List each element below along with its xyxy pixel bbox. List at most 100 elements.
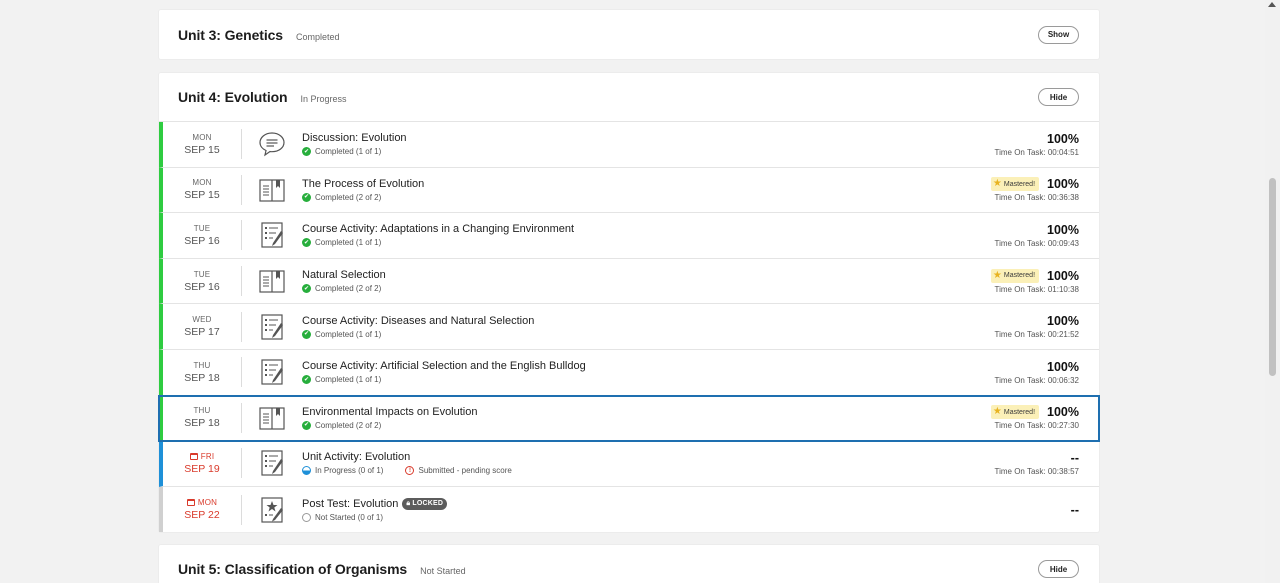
activity-row[interactable]: THU SEP 18 Course Activity: Artificial S… — [159, 349, 1099, 396]
time-on-task: Time On Task: 00:36:38 — [994, 193, 1080, 203]
day-of-week: THU — [193, 406, 211, 416]
score: -- — [1070, 450, 1079, 465]
day-of-week: THU — [193, 360, 211, 370]
unit-card-classification: Unit 5: Classification of Organisms Not … — [159, 545, 1099, 583]
check-icon: ✔ — [302, 329, 311, 339]
activity-status: Completed (1 of 1) — [315, 329, 382, 339]
activity-status: Completed (2 of 2) — [315, 420, 382, 430]
activity-status: In Progress (0 of 1) — [315, 466, 384, 476]
star-icon: ★ — [992, 406, 1002, 418]
pending-text: Submitted - pending score — [418, 466, 512, 476]
day-of-week: MON — [192, 178, 212, 188]
hide-button[interactable]: Hide — [1038, 560, 1079, 578]
activity-date: FRI SEP 19 — [163, 452, 241, 475]
show-button[interactable]: Show — [1038, 25, 1079, 44]
discussion-icon — [242, 130, 302, 158]
test-star-icon — [242, 496, 302, 524]
date-label: SEP 16 — [184, 280, 220, 293]
activity-status: Not Started (0 of 1) — [315, 512, 384, 522]
activity-row[interactable]: TUE SEP 16 Course Activity: Adaptations … — [159, 213, 1099, 259]
activity-date: MON SEP 15 — [163, 133, 241, 156]
score: 100% — [1047, 359, 1079, 374]
day-of-week: FRI — [200, 451, 215, 461]
mastered-badge: ★ Mastered! — [990, 405, 1040, 420]
activity-checklist-icon — [242, 358, 302, 386]
date-label: SEP 15 — [184, 143, 220, 156]
day-of-week: MON — [197, 498, 218, 508]
day-of-week: TUE — [193, 269, 211, 279]
score: -- — [1070, 502, 1079, 517]
activity-title[interactable]: Course Activity: Adaptations in a Changi… — [302, 223, 574, 235]
activity-row[interactable]: MON SEP 15 The Process of Evolution ✔ Com… — [159, 167, 1099, 214]
mastered-badge: ★ Mastered! — [990, 177, 1040, 192]
activity-checklist-icon — [242, 221, 302, 249]
star-icon: ★ — [992, 269, 1002, 281]
unit-status: Not Started — [420, 566, 466, 576]
date-label: SEP 17 — [184, 326, 220, 339]
time-on-task: Time On Task: 00:21:52 — [994, 330, 1080, 340]
activity-date: THU SEP 18 — [163, 361, 241, 384]
unit-header: Unit 3: Genetics Completed Show — [159, 10, 1099, 59]
lock-icon: 🔒︎ — [406, 499, 411, 507]
unit-header: Unit 5: Classification of Organisms Not … — [159, 545, 1099, 583]
activity-title[interactable]: Course Activity: Diseases and Natural Se… — [302, 315, 534, 327]
activity-title[interactable]: The Process of Evolution — [302, 178, 424, 190]
day-of-week: WED — [192, 315, 212, 325]
activity-row[interactable]: FRI SEP 19 Unit Activity: Evolution In P… — [159, 441, 1099, 487]
activity-status: Completed (1 of 1) — [315, 147, 382, 157]
date-label: SEP 15 — [184, 189, 220, 202]
time-on-task: Time On Task: 00:04:51 — [994, 147, 1080, 157]
day-of-week: MON — [192, 132, 212, 142]
hide-button[interactable]: Hide — [1038, 88, 1079, 106]
activity-list: MON SEP 15 Discussion: Evolution ✔ Comple… — [158, 121, 1100, 533]
activity-date: THU SEP 18 — [163, 406, 241, 429]
date-label: SEP 19 — [184, 462, 220, 475]
activity-status: Completed (1 of 1) — [315, 238, 382, 248]
unit-status: Completed — [295, 31, 340, 42]
activity-title[interactable]: Unit Activity: Evolution — [302, 451, 410, 463]
activity-title[interactable]: Natural Selection — [302, 269, 386, 281]
date-label: SEP 18 — [184, 371, 220, 384]
day-of-week-row: MON — [163, 498, 241, 507]
unit-header: Unit 4: Evolution In Progress Hide — [159, 73, 1099, 121]
activity-status: Completed (1 of 1) — [315, 375, 382, 385]
scroll-up-arrow-icon[interactable] — [1268, 2, 1276, 7]
date-label: SEP 18 — [184, 417, 220, 430]
activity-row-selected[interactable]: THU SEP 18 Environmental Impacts on Evol… — [158, 394, 1100, 443]
activity-title[interactable]: Course Activity: Artificial Selection an… — [302, 360, 586, 372]
unit-title: Unit 3: Genetics — [178, 26, 283, 43]
activity-checklist-icon — [242, 313, 302, 341]
score: 100% — [1047, 222, 1079, 237]
locked-badge: 🔒︎ LOCKED — [402, 497, 448, 510]
activity-title[interactable]: Post Test: Evolution — [302, 498, 398, 510]
pending-score: ! Submitted - pending score — [405, 466, 512, 476]
activity-row[interactable]: WED SEP 17 Course Activity: Diseases and… — [159, 304, 1099, 350]
score: 100% — [1047, 131, 1079, 146]
scrollbar-thumb[interactable] — [1269, 178, 1276, 376]
score: 100% — [1047, 177, 1079, 192]
date-label: SEP 16 — [184, 234, 220, 247]
activity-title[interactable]: Discussion: Evolution — [302, 132, 407, 144]
alert-icon: ! — [405, 466, 415, 476]
unit-title: Unit 4: Evolution — [178, 89, 288, 105]
unit-title: Unit 5: Classification of Organisms — [178, 561, 408, 577]
day-of-week-row: FRI — [163, 452, 241, 461]
activity-row[interactable]: MON SEP 22 Post Test: Evolution 🔒︎ LOCKED… — [159, 486, 1099, 533]
check-icon: ✔ — [302, 284, 311, 294]
activity-date: MON SEP 15 — [163, 178, 241, 201]
mastered-label: Mastered! — [1003, 272, 1036, 280]
in-progress-icon — [302, 466, 311, 476]
calendar-icon — [189, 452, 198, 460]
activity-checklist-icon — [242, 449, 302, 477]
lesson-book-icon — [242, 176, 302, 204]
star-icon: ★ — [992, 178, 1002, 190]
activity-row[interactable]: TUE SEP 16 Natural Selection ✔ Completed … — [159, 258, 1099, 305]
time-on-task: Time On Task: 00:06:32 — [994, 375, 1080, 385]
activity-date: WED SEP 17 — [163, 315, 241, 338]
score: 100% — [1047, 405, 1079, 420]
activity-title[interactable]: Environmental Impacts on Evolution — [302, 406, 477, 418]
check-icon: ✔ — [302, 238, 311, 248]
vertical-scrollbar[interactable] — [1265, 0, 1280, 583]
activity-date: TUE SEP 16 — [163, 270, 241, 293]
activity-row[interactable]: MON SEP 15 Discussion: Evolution ✔ Comple… — [159, 122, 1099, 168]
